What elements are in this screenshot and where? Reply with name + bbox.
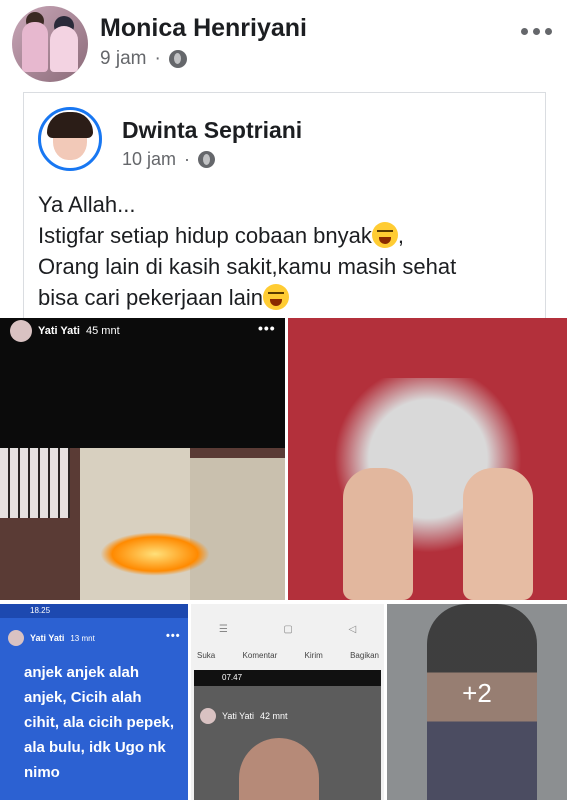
avatar-person-body bbox=[22, 22, 48, 72]
post-photo-1[interactable]: Yati Yati 45 mnt ••• bbox=[0, 318, 285, 600]
shared-timestamp[interactable]: 10 jam bbox=[122, 149, 176, 170]
crying-face-emoji-icon bbox=[263, 284, 290, 310]
post-text-line: Istigfar setiap hidup cobaan bnyak bbox=[38, 223, 372, 248]
burning-book-scene bbox=[0, 448, 285, 600]
meta-separator: · bbox=[154, 48, 161, 69]
back-icon: ◁ bbox=[348, 624, 357, 635]
menu-icon: ☰ bbox=[218, 624, 228, 635]
dot-icon bbox=[521, 28, 528, 35]
post-meta: 9 jam · bbox=[100, 48, 187, 70]
share-action: Bagikan bbox=[350, 651, 379, 660]
shared-author-name[interactable]: Dwinta Septriani bbox=[122, 117, 302, 144]
embedded-avatar bbox=[200, 708, 216, 724]
status-time: 18.25 bbox=[30, 606, 51, 615]
embedded-time: 13 mnt bbox=[70, 633, 95, 643]
foot-right bbox=[463, 468, 533, 600]
foot-left bbox=[343, 468, 413, 600]
embedded-more-icon: ••• bbox=[166, 630, 181, 642]
send-action: Kirim bbox=[304, 651, 323, 660]
embedded-more-icon: ••• bbox=[258, 320, 276, 336]
more-photos-count[interactable]: +2 bbox=[387, 678, 567, 709]
shared-author-avatar[interactable] bbox=[38, 107, 102, 171]
dot-icon bbox=[533, 28, 540, 35]
embedded-author: Yati Yati bbox=[38, 325, 80, 337]
book-page bbox=[190, 458, 285, 600]
post-text-line: bisa cari pekerjaan lain bbox=[38, 285, 264, 310]
embedded-time: 45 mnt bbox=[86, 325, 120, 337]
post-author-name[interactable]: Monica Henriyani bbox=[100, 14, 307, 43]
profile-avatar[interactable] bbox=[12, 6, 88, 82]
embedded-avatar bbox=[8, 630, 24, 646]
more-options-button[interactable] bbox=[521, 28, 552, 35]
embedded-avatar bbox=[10, 320, 32, 342]
meta-separator: · bbox=[184, 149, 191, 169]
avatar-person-body bbox=[50, 26, 78, 72]
embedded-post-header: Yati Yati 13 mnt bbox=[8, 630, 95, 646]
globe-icon bbox=[198, 151, 216, 168]
post-photo-5[interactable]: +2 bbox=[387, 604, 567, 800]
embedded-time: 42 mnt bbox=[260, 711, 288, 721]
post-photo-3[interactable]: 18.25 Yati Yati 13 mnt ••• anjek anjek a… bbox=[0, 604, 188, 800]
post-action-bar: Suka Komentar Kirim Bagikan bbox=[197, 651, 379, 660]
shared-post-card[interactable]: Dwinta Septriani 10 jam · Ya Allah... Is… bbox=[23, 92, 546, 323]
phone-status-bar: 18.25 bbox=[0, 604, 188, 618]
person-face bbox=[239, 738, 319, 800]
comment-action: Komentar bbox=[242, 651, 278, 660]
globe-icon bbox=[168, 50, 187, 68]
embedded-author: Yati Yati bbox=[222, 711, 255, 721]
post-photo-4[interactable]: ☰ ▢ ◁ Suka Komentar Kirim Bagikan 07.47 … bbox=[191, 604, 384, 800]
patterned-cloth bbox=[0, 448, 70, 518]
phone-status-bar: 07.47 bbox=[194, 670, 381, 686]
shared-post-text: Ya Allah... Istigfar setiap hidup cobaan… bbox=[38, 189, 456, 313]
like-action: Suka bbox=[197, 651, 216, 660]
post-photo-2[interactable] bbox=[288, 318, 567, 600]
book-page bbox=[80, 448, 190, 600]
avatar-hair bbox=[47, 112, 93, 138]
embedded-post-header: Yati Yati 45 mnt bbox=[10, 320, 120, 342]
shared-post-meta: 10 jam · bbox=[122, 149, 216, 170]
fire-flame bbox=[100, 532, 210, 576]
embedded-screenshot: 07.47 Yati Yati 42 mnt bbox=[194, 670, 381, 800]
embedded-post-header: Yati Yati 42 mnt bbox=[200, 708, 288, 724]
phone-nav-bar: ☰ ▢ ◁ bbox=[191, 624, 384, 638]
post-text-line: Ya Allah... bbox=[38, 192, 136, 217]
home-icon: ▢ bbox=[283, 624, 293, 635]
post-timestamp[interactable]: 9 jam bbox=[100, 48, 146, 70]
story-text: anjek anjek alah anjek, Cicih alah cihit… bbox=[24, 664, 175, 781]
embedded-author: Yati Yati bbox=[30, 633, 65, 643]
status-time: 07.47 bbox=[222, 673, 243, 682]
crying-face-emoji-icon bbox=[371, 222, 398, 248]
post-text-punctuation: , bbox=[397, 223, 405, 248]
dot-icon bbox=[545, 28, 552, 35]
post-text-line: Orang lain di kasih sakit,kamu masih seh… bbox=[38, 254, 457, 279]
